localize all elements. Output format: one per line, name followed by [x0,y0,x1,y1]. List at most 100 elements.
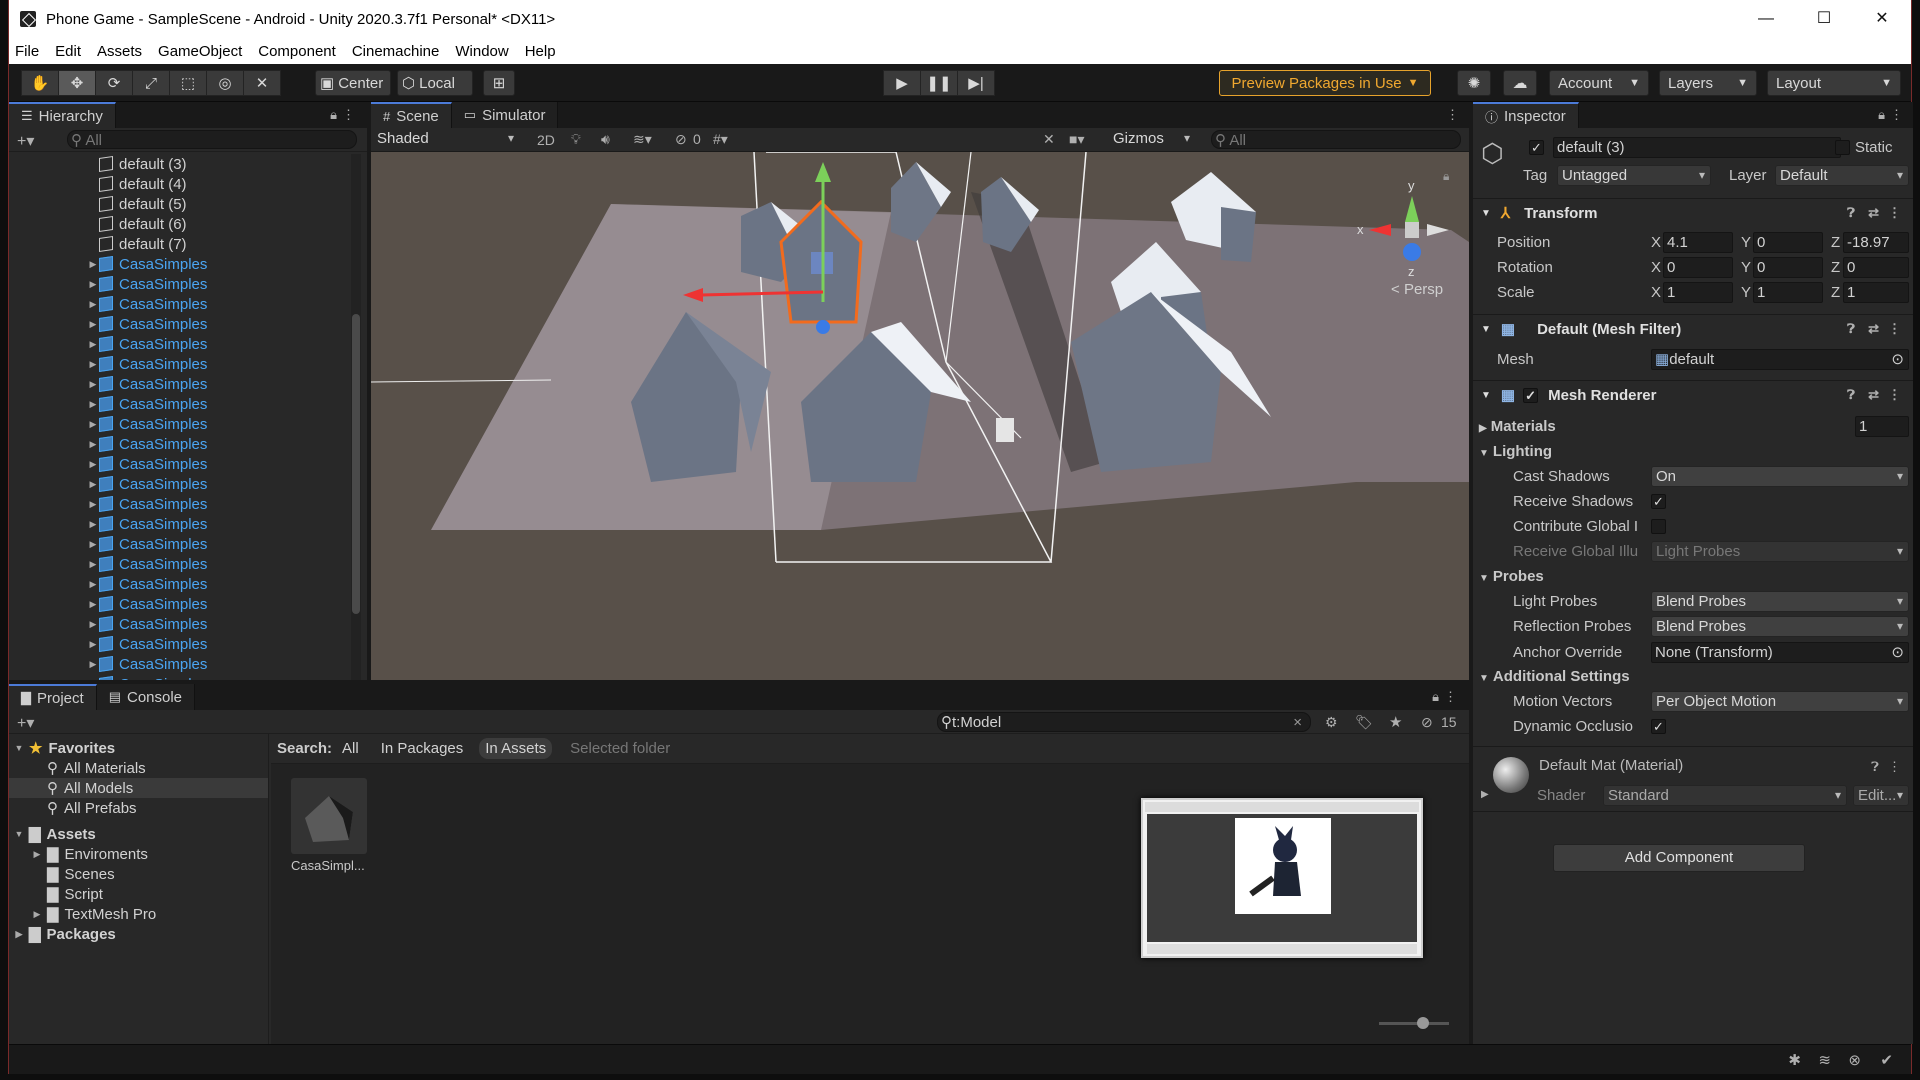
position-z-field[interactable]: -18.97 [1843,232,1909,253]
help-icon[interactable]: ❓︎ [1871,759,1879,775]
anchor-override-field[interactable]: None (Transform) ⊙ [1651,642,1909,663]
static-checkbox[interactable] [1835,140,1850,155]
materials-foldout[interactable]: ▶ Materials [1479,418,1556,435]
expand-arrow-icon[interactable]: ▶ [87,599,99,610]
rotate-tool-button[interactable]: ⟳ [95,70,133,96]
expand-arrow-icon[interactable]: ▶ [87,379,99,390]
help-icon[interactable]: ❓︎ [1847,321,1855,337]
hierarchy-prefab-item[interactable]: ▶ CasaSimples [9,354,367,374]
debug-icon[interactable]: ✱ [1788,1051,1801,1069]
expand-arrow-icon[interactable]: ▶ [87,259,99,270]
scale-x-field[interactable]: 1 [1663,282,1733,303]
pause-button[interactable]: ❚❚ [920,70,958,96]
hierarchy-prefab-item[interactable]: ▶ CasaSimples [9,394,367,414]
dynamic-occlusion-checkbox[interactable]: ✓ [1651,719,1666,734]
grid-toggle-icon[interactable]: #▾ [713,131,728,148]
expand-arrow-icon[interactable]: ▶ [87,279,99,290]
collab-button[interactable]: ✺ [1457,70,1491,96]
folder-script[interactable]: ▇ Script [9,884,268,904]
scale-y-field[interactable]: 1 [1753,282,1823,303]
hierarchy-prefab-item[interactable]: ▶ CasaSimples [9,614,367,634]
asset-thumbnail[interactable] [291,778,367,854]
search-scope-in-assets[interactable]: In Assets [479,738,553,759]
hierarchy-prefab-item[interactable]: ▶ CasaSimples [9,254,367,274]
light-probes-dropdown[interactable]: Blend Probes [1651,591,1909,612]
hierarchy-prefab-item[interactable]: ▶ CasaSimples [9,294,367,314]
expand-arrow-icon[interactable]: ▶ [87,519,99,530]
preview-thumbnail[interactable] [1141,798,1423,958]
static-label[interactable]: Static [1855,139,1893,156]
expand-arrow-icon[interactable]: ▶ [87,479,99,490]
preset-icon[interactable]: ⇄ [1868,205,1879,221]
reflection-probes-dropdown[interactable]: Blend Probes [1651,616,1909,637]
scale-tool-button[interactable]: ⤢ [132,70,170,96]
hierarchy-mesh-item[interactable]: default (4) [9,174,367,194]
hierarchy-prefab-item[interactable]: ▶ CasaSimples [9,414,367,434]
expand-arrow-icon[interactable]: ▶ [87,299,99,310]
menu-help[interactable]: Help [525,43,556,60]
material-title[interactable]: Default Mat (Material) [1539,757,1683,774]
expand-arrow-icon[interactable]: ▶ [87,359,99,370]
expand-arrow-icon[interactable]: ▶ [87,439,99,450]
scale-z-field[interactable]: 1 [1843,282,1909,303]
menu-window[interactable]: Window [455,43,508,60]
shader-edit-button[interactable]: Edit... [1853,785,1909,806]
rotation-y-field[interactable]: 0 [1753,257,1823,278]
lock-icon[interactable]: 🔒︎ [1432,689,1439,705]
favorite-star-icon[interactable]: ★ [1389,713,1402,731]
audio-icon[interactable]: 🔊︎ [601,131,610,148]
hierarchy-prefab-item[interactable]: ▶ CasaSimples [9,594,367,614]
pivot-center-button[interactable]: ▣ Center [315,70,391,96]
menu-gameobject[interactable]: GameObject [158,43,242,60]
object-name-field[interactable]: default (3) [1553,137,1841,158]
hierarchy-search-input[interactable]: ⚲ All [67,130,357,149]
move-gizmo-z-handle[interactable] [816,320,830,334]
tag-dropdown[interactable]: Untagged [1557,165,1711,186]
shading-mode-dropdown[interactable]: Shaded [373,129,519,150]
close-button[interactable]: ✕ [1853,0,1911,38]
hierarchy-prefab-item[interactable]: ▶ CasaSimples [9,434,367,454]
probes-foldout[interactable]: ▼ Probes [1479,568,1544,585]
rotation-x-field[interactable]: 0 [1663,257,1733,278]
folder-textmesh-pro[interactable]: ▶ ▇ TextMesh Pro [9,904,268,924]
expand-arrow-icon[interactable]: ▶ [87,559,99,570]
material-preview-sphere[interactable] [1493,757,1529,793]
create-asset-button[interactable]: +▾ [17,713,34,733]
hidden-packages-icon[interactable]: ⊘ [1421,714,1433,731]
menu-component[interactable]: Component [258,43,336,60]
project-search-input[interactable]: ⚲t:Model × [937,712,1311,732]
hierarchy-scrollbar[interactable] [351,154,361,680]
expand-arrow-icon[interactable]: ▶ [87,659,99,670]
expand-arrow-icon[interactable]: ▶ [87,459,99,470]
expand-arrow-icon[interactable]: ▶ [87,639,99,650]
materials-count-field[interactable]: 1 [1855,416,1909,437]
menu-assets[interactable]: Assets [97,43,142,60]
expand-arrow-icon[interactable]: ▶ [87,579,99,590]
clear-search-icon[interactable]: × [1293,713,1302,731]
component-menu-icon[interactable]: ⋮ [1888,321,1901,337]
rect-tool-button[interactable]: ⬚ [169,70,207,96]
tab-scene[interactable]: # Scene [371,102,452,128]
maximize-button[interactable]: ☐ [1795,0,1853,38]
custom-tool-button[interactable]: ✕ [243,70,281,96]
contribute-gi-checkbox[interactable] [1651,519,1666,534]
hand-tool-button[interactable]: ✋ [21,70,59,96]
tab-inspector[interactable]: ⓘ Inspector [1473,102,1579,128]
cast-shadows-dropdown[interactable]: On [1651,466,1909,487]
tab-simulator[interactable]: ▭ Simulator [451,102,559,128]
more-menu-icon[interactable]: ⋮ [342,107,355,123]
component-menu-icon[interactable]: ⋮ [1888,205,1901,221]
mesh-renderer-enabled-checkbox[interactable]: ✓ [1523,387,1539,403]
folder-scenes[interactable]: ▇ Scenes [9,864,268,884]
thumbnail-size-slider[interactable] [1379,1017,1449,1029]
2d-toggle[interactable]: 2D [537,132,555,148]
camera-icon[interactable]: ■▾ [1069,131,1084,148]
hierarchy-prefab-item[interactable]: ▶ CasaSimples [9,534,367,554]
folder-enviroments[interactable]: ▶ ▇ Enviroments [9,844,268,864]
favorite-all-materials[interactable]: ⚲ All Materials [9,758,268,778]
layout-dropdown[interactable]: Layout ▼ [1767,70,1901,96]
cloud-button[interactable]: ☁ [1503,70,1537,96]
help-icon[interactable]: ❓︎ [1847,205,1855,221]
hierarchy-prefab-item[interactable]: ▶ CasaSimples [9,454,367,474]
position-x-field[interactable]: 4.1 [1663,232,1733,253]
